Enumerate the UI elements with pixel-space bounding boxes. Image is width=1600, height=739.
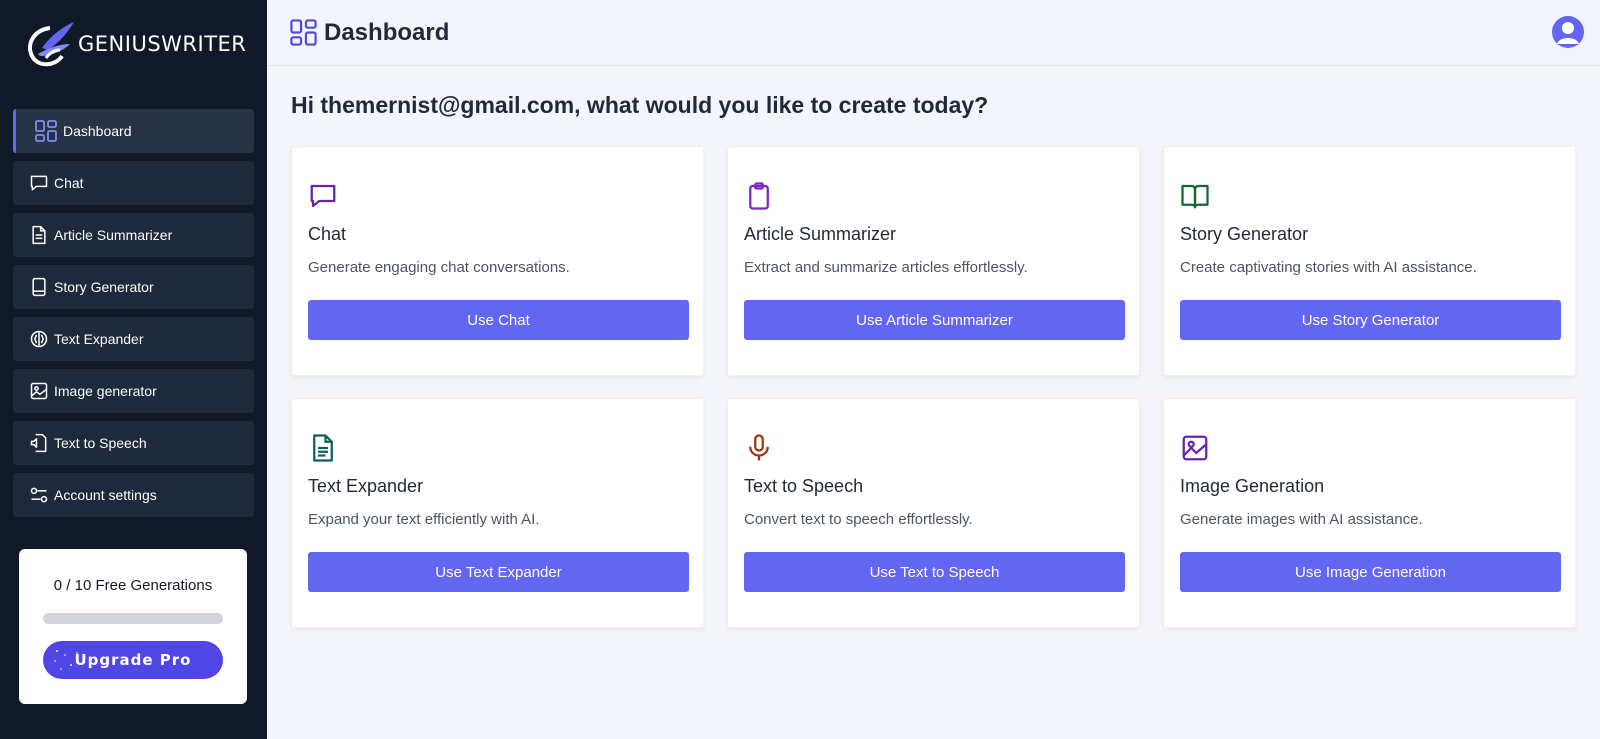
card-description: Create captivating stories with AI assis… [1180,259,1477,276]
upgrade-pro-label: Upgrade Pro [74,651,192,669]
upgrade-pro-button[interactable]: Upgrade Pro [43,641,223,679]
greeting-heading: Hi themernist@gmail.com, what would you … [291,92,989,118]
microphone-icon [749,434,769,461]
use-chat-button[interactable]: Use Chat [308,300,689,340]
sidebar-item-text-to-speech[interactable]: Text to Speech [13,421,254,465]
card-title: Text Expander [308,476,424,496]
clipboard-icon [749,182,769,210]
tool-card-image-generation: Image Generation Generate images with AI… [1163,398,1576,628]
chat-bubble-icon [30,175,48,191]
use-article-summarizer-button[interactable]: Use Article Summarizer [744,300,1125,340]
dashboard-grid-icon [290,19,317,46]
tool-card-story-generator: Story Generator Create captivating stori… [1163,146,1576,376]
logo-text: GENIUSWRITER [78,32,247,56]
sidebar-item-image-generator[interactable]: Image generator [13,369,254,413]
app-logo[interactable]: GENIUSWRITER [20,18,246,70]
sparkles-icon [54,650,78,670]
sidebar-item-label: Chat [54,175,84,191]
sidebar-item-dashboard[interactable]: Dashboard [13,109,254,153]
card-description: Generate engaging chat conversations. [308,259,570,276]
sidebar-item-label: Image generator [54,383,157,399]
document-icon [32,225,46,245]
card-title: Image Generation [1180,476,1325,496]
sidebar: GENIUSWRITER Dashboard Chat Article Summ… [0,0,267,739]
sidebar-item-label: Text Expander [54,331,144,347]
open-book-icon [1181,184,1209,209]
free-generations-panel: 0 / 10 Free Generations Upgrade Pro [19,549,247,704]
sidebar-item-story-generator[interactable]: Story Generator [13,265,254,309]
use-text-to-speech-button[interactable]: Use Text to Speech [744,552,1125,592]
tool-card-chat: Chat Generate engaging chat conversation… [291,146,704,376]
tool-card-article-summarizer: Article Summarizer Extract and summarize… [727,146,1140,376]
page-title: Dashboard [289,18,449,47]
dashboard-grid-icon [35,120,57,142]
image-icon [30,382,48,400]
sidebar-item-label: Dashboard [63,123,132,139]
sidebar-item-label: Account settings [54,487,157,503]
card-description: Expand your text efficiently with AI. [308,511,540,528]
top-header: Dashboard [267,0,1600,66]
sidebar-item-article-summarizer[interactable]: Article Summarizer [13,213,254,257]
book-icon [32,277,46,297]
generations-progress-bar [43,613,223,624]
card-title: Chat [308,224,347,244]
sidebar-item-chat[interactable]: Chat [13,161,254,205]
chat-bubble-icon [310,184,336,208]
generations-count: 0 / 10 Free Generations [53,577,213,594]
card-title: Story Generator [1180,224,1309,244]
sidebar-item-label: Text to Speech [54,435,147,451]
tool-card-text-to-speech: Text to Speech Convert text to speech ef… [727,398,1140,628]
card-description: Convert text to speech effortlessly. [744,511,973,528]
sidebar-item-label: Article Summarizer [54,227,173,243]
card-title: Text to Speech [744,476,864,496]
geniuswriter-logo-icon [28,22,74,67]
page-title-text: Dashboard [324,18,450,46]
speech-icon [30,433,47,453]
sidebar-nav: Dashboard Chat Article Summarizer Story … [13,109,254,525]
card-description: Generate images with AI assistance. [1180,511,1423,528]
use-story-generator-button[interactable]: Use Story Generator [1180,300,1561,340]
card-title: Article Summarizer [744,224,897,244]
use-text-expander-button[interactable]: Use Text Expander [308,552,689,592]
sidebar-item-label: Story Generator [54,279,154,295]
use-image-generation-button[interactable]: Use Image Generation [1180,552,1561,592]
card-description: Extract and summarize articles effortles… [744,259,1028,276]
document-lines-icon [313,434,333,462]
user-avatar[interactable] [1552,16,1584,48]
sliders-icon [30,487,48,503]
sidebar-item-account-settings[interactable]: Account settings [13,473,254,517]
image-icon [1182,435,1208,461]
text-expander-icon [30,330,48,348]
tool-card-text-expander: Text Expander Expand your text efficient… [291,398,704,628]
sidebar-item-text-expander[interactable]: Text Expander [13,317,254,361]
user-icon [1557,22,1579,44]
